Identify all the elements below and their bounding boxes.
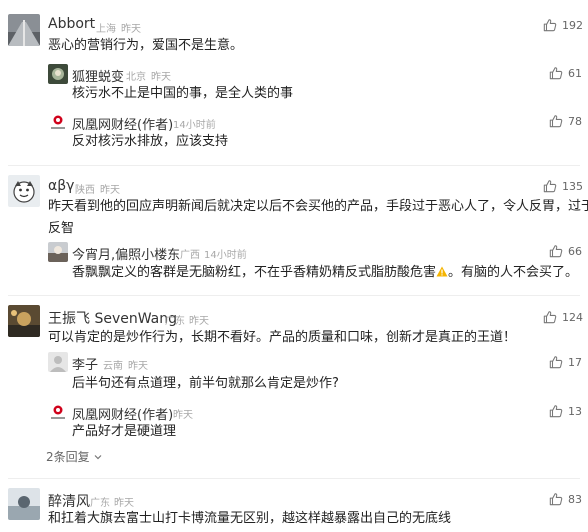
avatar[interactable] (8, 488, 40, 520)
reply-username[interactable]: 李子 (72, 354, 98, 373)
thumbs-up-icon (549, 355, 563, 369)
avatar[interactable] (48, 352, 68, 372)
warning-icon (436, 266, 448, 277)
like-button[interactable]: 192 (543, 18, 583, 32)
reply-text-part: 香飘飘定义的客群是无脑粉红，不在乎香精奶精反式脂肪酸危害 (72, 265, 437, 280)
avatar[interactable] (48, 64, 68, 84)
ifeng-logo-icon (48, 112, 68, 132)
like-count: 17 (568, 355, 582, 369)
divider (8, 295, 580, 296)
comment-username[interactable]: αβγ (48, 178, 74, 194)
thumbs-up-icon (543, 310, 557, 324)
like-count: 66 (568, 244, 582, 258)
comment-time: 昨天 (189, 316, 209, 327)
avatar[interactable] (48, 242, 68, 262)
avatar[interactable] (8, 175, 40, 207)
avatar-image-icon (48, 242, 68, 262)
chevron-down-icon (94, 454, 102, 459)
thumbs-up-icon (549, 244, 563, 258)
thumbs-up-icon (549, 66, 563, 80)
thumbs-up-icon (549, 404, 563, 418)
reply-text: 反对核污水排放，应该支持 (72, 134, 229, 149)
reply-location: 北京 (126, 72, 146, 83)
comment-time: 昨天 (114, 498, 134, 509)
comment-text-line: 昨天看到他的回应声明新闻后就决定以后不会买他的产品，手段过于恶心人了，令人反胃，… (48, 199, 588, 214)
like-count: 124 (562, 310, 583, 324)
thumbs-up-icon (549, 492, 563, 506)
like-button[interactable]: 66 (549, 244, 582, 258)
like-count: 13 (568, 404, 582, 418)
avatar[interactable] (8, 14, 40, 46)
like-button[interactable]: 17 (549, 355, 582, 369)
avatar-image-icon (8, 488, 40, 520)
comment-username[interactable]: Abbort (48, 16, 95, 32)
reply-text: 后半句还有点道理，前半句就那么肯定是炒作? (72, 376, 339, 391)
comment-time: 昨天 (100, 185, 120, 196)
avatar-image-icon (8, 175, 40, 207)
reply-text-part: 。有脑的人不会买了。 (448, 265, 579, 280)
divider (8, 165, 580, 166)
like-count: 83 (568, 492, 582, 506)
like-count: 135 (562, 179, 583, 193)
reply-text: 香飘飘定义的客群是无脑粉红，不在乎香精奶精反式脂肪酸危害 。有脑的人不会买了。 (72, 262, 578, 284)
reply-time: 昨天 (151, 72, 171, 83)
avatar-image-icon (8, 14, 40, 46)
reply-location: 广西 (180, 250, 200, 261)
avatar[interactable] (8, 305, 40, 337)
comment-time: 昨天 (121, 24, 141, 35)
reply-time: 14小时前 (173, 120, 216, 131)
like-button[interactable]: 124 (543, 310, 583, 324)
like-count: 78 (568, 114, 582, 128)
reply-text: 核污水不止是中国的事，是全人类的事 (72, 86, 294, 101)
like-button[interactable]: 83 (549, 492, 582, 506)
reply-time: 昨天 (173, 410, 193, 421)
comment-location: 陕西 (75, 185, 95, 196)
like-button[interactable]: 135 (543, 179, 583, 193)
like-button[interactable]: 13 (549, 404, 582, 418)
comment-text: 和扛着大旗去富士山打卡博流量无区别，越这样越暴露出自己的无底线 (48, 511, 452, 526)
avatar-image-icon (8, 305, 40, 337)
more-replies-button[interactable]: 2条回复 (46, 448, 103, 465)
avatar[interactable] (48, 402, 68, 422)
like-count: 61 (568, 66, 582, 80)
avatar-image-icon (48, 64, 68, 84)
comment-text: 恶心的营销行为，爱国不是生意。 (48, 38, 244, 53)
reply-time: 14小时前 (204, 250, 247, 261)
avatar[interactable] (48, 112, 68, 132)
like-button[interactable]: 61 (549, 66, 582, 80)
comment-location: 广东 (165, 316, 185, 327)
comment-text: 昨天看到他的回应声明新闻后就决定以后不会买他的产品，手段过于恶心人了，令人反胃，… (48, 196, 588, 240)
thumbs-up-icon (543, 18, 557, 32)
ifeng-logo-icon (48, 402, 68, 422)
comment-text: 可以肯定的是炒作行为，长期不看好。产品的质量和口味，创新才是真正的王道！ (48, 330, 517, 345)
comment-location: 广东 (90, 498, 110, 509)
reply-username[interactable]: 今宵月,偏照小楼东 (72, 244, 180, 263)
more-replies-label: 2条回复 (46, 450, 90, 464)
thumbs-up-icon (543, 179, 557, 193)
comment-text-line: 反智 (48, 221, 75, 236)
reply-location: 云南 (103, 361, 123, 372)
comment-username[interactable]: 王振飞 SevenWang (48, 308, 177, 328)
reply-time: 昨天 (128, 361, 148, 372)
like-count: 192 (562, 18, 583, 32)
comment-location: 上海 (96, 24, 116, 35)
reply-text: 产品好才是硬道理 (72, 424, 177, 439)
divider (8, 478, 580, 479)
thumbs-up-icon (549, 114, 563, 128)
like-button[interactable]: 78 (549, 114, 582, 128)
default-avatar-icon (48, 352, 68, 372)
